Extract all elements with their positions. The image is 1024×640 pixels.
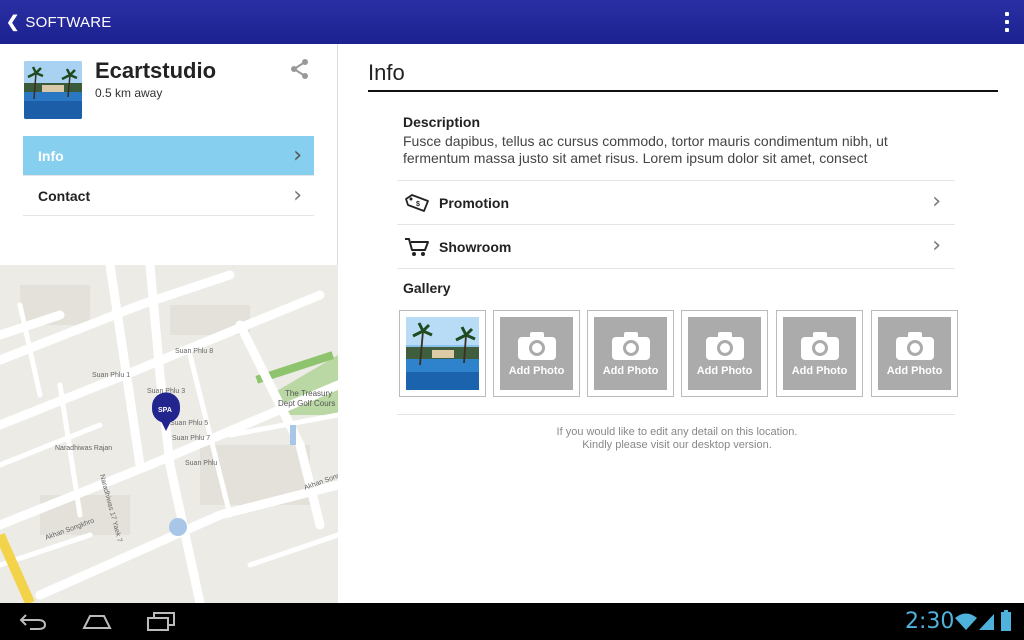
back-button[interactable]: ❮ SOFTWARE — [0, 0, 111, 44]
svg-text:$: $ — [416, 201, 420, 208]
add-photo-label: Add Photo — [791, 364, 848, 377]
add-photo-label: Add Photo — [696, 364, 753, 377]
menu-item-label: Contact — [38, 187, 91, 204]
map-label: Suan Phlu 7 — [172, 435, 210, 442]
map-label: Suan Phlu 1 — [92, 372, 130, 379]
camera-icon — [705, 331, 744, 360]
menu-item-info[interactable]: Info › — [23, 136, 314, 176]
page-title: Info — [368, 60, 405, 85]
description-label: Description — [403, 114, 481, 130]
photo-gallery: Add Photo Add Photo Add Photo Add Photo … — [399, 310, 959, 398]
chevron-right-icon: › — [932, 189, 941, 214]
menu-item-contact[interactable]: Contact › — [23, 176, 314, 216]
cart-icon — [402, 235, 432, 259]
action-bar: ❮ SOFTWARE — [0, 0, 1024, 44]
desktop-note-line: Kindly please visit our desktop version. — [582, 439, 772, 451]
map-label: Suan Phlu 8 — [175, 348, 213, 355]
right-pane: Info Description Fusce dapibus, tellus a… — [339, 44, 1024, 603]
wifi-icon — [955, 613, 977, 636]
map-pin-label: SPA — [158, 407, 172, 414]
desktop-note: If you would like to edit any detail on … — [337, 426, 1017, 452]
left-pane: Ecartstudio 0.5 km away Info › Contact › — [0, 44, 338, 603]
map-label: Suan Phlu 5 — [170, 420, 208, 427]
camera-icon — [517, 331, 556, 360]
row-label: Promotion — [439, 194, 509, 211]
map-label: The Treasury — [285, 389, 332, 398]
add-photo-label: Add Photo — [886, 364, 943, 377]
description-text: Fusce dapibus, tellus ac cursus commodo,… — [403, 133, 888, 166]
nav-home-icon[interactable] — [82, 611, 112, 636]
showroom-row[interactable]: Showroom › — [397, 224, 955, 268]
chevron-right-icon: › — [293, 143, 302, 168]
map-label: Dept Golf Cours — [278, 399, 335, 408]
add-photo-button[interactable]: Add Photo — [587, 310, 674, 397]
add-photo-button[interactable]: Add Photo — [776, 310, 863, 397]
menu-item-label: Info — [38, 147, 64, 164]
row-divider — [397, 268, 955, 269]
camera-icon — [800, 331, 839, 360]
business-name: Ecartstudio — [95, 58, 217, 83]
gallery-photo[interactable] — [399, 310, 486, 397]
battery-icon — [1000, 610, 1012, 637]
title-divider — [368, 90, 998, 92]
camera-icon — [895, 331, 934, 360]
promotion-row[interactable]: $ Promotion › — [397, 180, 955, 224]
add-photo-label: Add Photo — [602, 364, 659, 377]
camera-icon — [611, 331, 650, 360]
map-label: Suan Phlu — [185, 460, 217, 467]
business-distance: 0.5 km away — [95, 86, 163, 100]
back-label: SOFTWARE — [25, 13, 112, 31]
overflow-menu-icon[interactable] — [1004, 12, 1010, 32]
gallery-divider — [397, 414, 955, 415]
add-photo-button[interactable]: Add Photo — [493, 310, 580, 397]
system-bar: 2:30 — [0, 603, 1024, 640]
chevron-left-icon: ❮ — [6, 14, 20, 31]
row-label: Showroom — [439, 238, 512, 255]
map-label: Naradhiwas Rajan — [55, 445, 112, 452]
status-clock: 2:30 — [905, 609, 955, 634]
gallery-label: Gallery — [403, 280, 451, 296]
share-icon[interactable] — [289, 58, 311, 80]
business-thumbnail — [24, 61, 82, 119]
location-map[interactable]: Suan Phlu 1 Suan Phlu 3 Suan Phlu 5 Suan… — [0, 265, 338, 603]
chevron-right-icon: › — [293, 183, 302, 208]
add-photo-label: Add Photo — [508, 364, 565, 377]
add-photo-button[interactable]: Add Photo — [681, 310, 768, 397]
desktop-note-line: If you would like to edit any detail on … — [556, 426, 798, 438]
chevron-right-icon: › — [932, 233, 941, 258]
side-menu: Info › Contact › — [23, 136, 314, 216]
nav-back-icon[interactable] — [18, 611, 48, 636]
signal-icon — [979, 613, 995, 636]
add-photo-button[interactable]: Add Photo — [871, 310, 958, 397]
nav-recents-icon[interactable] — [146, 611, 176, 636]
app-root: ❮ SOFTWARE Ecartstudio 0.5 km away Info … — [0, 0, 1024, 640]
tag-icon: $ — [402, 191, 432, 215]
